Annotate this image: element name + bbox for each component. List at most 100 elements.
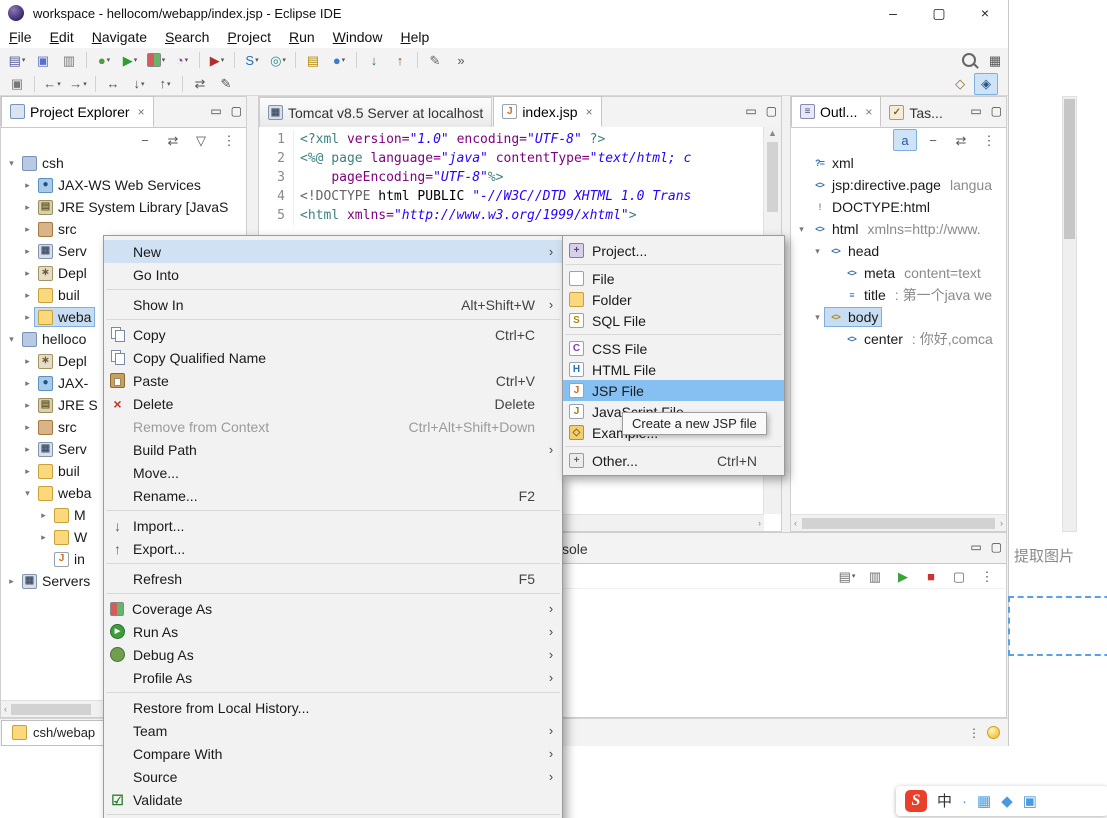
context-menu-item-source[interactable]: Source › <box>104 765 562 788</box>
dropdown-arrow-icon[interactable]: ▾ <box>141 80 145 88</box>
dropdown-arrow-icon[interactable]: ▾ <box>282 56 286 64</box>
tab-project-explorer[interactable]: Project Explorer × <box>1 96 154 127</box>
chevron-icon[interactable]: ▸ <box>21 312 34 323</box>
scrollbar-thumb[interactable] <box>767 142 778 212</box>
stop-icon[interactable]: ■ <box>919 565 943 587</box>
context-menu-item-coverage-as[interactable]: Coverage As › <box>104 597 562 620</box>
dropdown-arrow-icon[interactable]: ▾ <box>107 56 111 64</box>
chevron-icon[interactable]: ▸ <box>21 180 34 191</box>
java-perspective-button[interactable]: ◇ <box>948 73 972 95</box>
tree-item-jax-ws-web-services[interactable]: ▸ ● JAX-WS Web Services <box>1 174 246 196</box>
dropdown-arrow-icon[interactable]: ▾ <box>83 80 87 88</box>
chevron-icon[interactable]: ▸ <box>21 290 34 301</box>
chevron-icon[interactable]: ▸ <box>21 444 34 455</box>
dropdown-arrow-icon[interactable]: ▾ <box>22 56 26 64</box>
new-servlet-icon[interactable]: S ▾ <box>240 49 264 71</box>
context-menu-item-run-as[interactable]: ▶ Run As › <box>104 620 562 643</box>
run-icon[interactable]: ▶ ▾ <box>118 49 142 71</box>
context-menu-item-paste[interactable]: Paste Ctrl+V <box>104 369 562 392</box>
export-icon[interactable]: ↑ <box>388 49 412 71</box>
maximize-view-icon[interactable]: ▢ <box>991 104 1002 118</box>
chevron-icon[interactable]: ▸ <box>21 224 34 235</box>
chevron-icon[interactable]: ▾ <box>5 334 18 345</box>
tab-tas[interactable]: ✓ Tas... <box>881 98 950 127</box>
chevron-icon[interactable]: ▾ <box>795 224 808 235</box>
context-menu-item-copy-qualified-name[interactable]: Copy Qualified Name <box>104 346 562 369</box>
import-icon[interactable]: ↓ <box>362 49 386 71</box>
chevron-icon[interactable]: ▸ <box>5 576 18 587</box>
chevron-icon[interactable]: ▸ <box>21 356 34 367</box>
ime-lang-icon[interactable]: 中 <box>937 794 952 809</box>
new-web-service-icon[interactable]: ◎ ▾ <box>266 49 290 71</box>
context-menu-item-remove-from-context[interactable]: Remove from Context Ctrl+Alt+Shift+Down <box>104 415 562 438</box>
open-console-icon[interactable]: ▤ ▾ <box>835 565 859 587</box>
minimize-button[interactable]: – <box>870 0 916 26</box>
chevron-icon[interactable]: ▸ <box>21 400 34 411</box>
console-menu-icon[interactable]: ⋮ <box>975 565 999 587</box>
new-submenu-item-folder[interactable]: Folder <box>563 289 784 310</box>
horizontal-scrollbar[interactable]: ‹ › <box>791 514 1006 531</box>
dropdown-arrow-icon[interactable]: ▾ <box>167 80 171 88</box>
web-browser-icon[interactable]: ● ▾ <box>327 49 351 71</box>
tab-outl[interactable]: ≡ Outl... × <box>791 96 882 127</box>
context-menu-item-import[interactable]: ↓ Import... <box>104 514 562 537</box>
context-menu-item-team[interactable]: Team › <box>104 719 562 742</box>
editor-tab-index-jsp[interactable]: Jindex.jsp × <box>493 96 602 127</box>
dropdown-arrow-icon[interactable]: ▾ <box>162 56 166 64</box>
chevron-icon[interactable]: ▸ <box>21 466 34 477</box>
context-menu-item-profile-as[interactable]: Profile As › <box>104 666 562 689</box>
dropdown-arrow-icon[interactable]: ▾ <box>255 56 259 64</box>
link-with-editor-icon[interactable]: ⇄ <box>161 129 185 151</box>
chevron-icon[interactable]: ▸ <box>21 246 34 257</box>
profile-icon[interactable]: ◔ ▾ <box>170 49 194 71</box>
chevron-icon[interactable]: ▸ <box>21 202 34 213</box>
scrollbar-thumb[interactable] <box>1064 99 1075 239</box>
link-editor-icon[interactable]: ⇄ <box>188 73 212 95</box>
collapse-all-icon[interactable]: − <box>133 129 157 151</box>
minimize-view-icon[interactable]: ▭ <box>745 104 756 118</box>
context-menu-item-validate[interactable]: ☑ Validate <box>104 788 562 811</box>
run-console-icon[interactable]: ▶ <box>891 565 915 587</box>
scrollbar-thumb[interactable] <box>802 517 995 529</box>
context-menu-item-debug-as[interactable]: Debug As › <box>104 643 562 666</box>
new-submenu-item-project[interactable]: + Project... <box>563 240 784 261</box>
scroll-up-icon[interactable]: ▲ <box>767 127 778 140</box>
context-menu-item-copy[interactable]: Copy Ctrl+C <box>104 323 562 346</box>
outline-item-html[interactable]: ▾ <> html xmlns=http://www. <box>791 218 1006 240</box>
coverage-icon[interactable]: ▾ <box>144 49 168 71</box>
context-menu-item-move[interactable]: Move... <box>104 461 562 484</box>
context-menu-item-compare-with[interactable]: Compare With › <box>104 742 562 765</box>
menubar-item-file[interactable]: File <box>0 26 41 48</box>
context-menu-item-rename[interactable]: Rename... F2 <box>104 484 562 507</box>
chevron-icon[interactable]: ▸ <box>37 532 50 543</box>
context-menu-item-show-in[interactable]: Show In Alt+Shift+W › <box>104 293 562 316</box>
dropdown-arrow-icon[interactable]: ▾ <box>221 56 225 64</box>
annotate-icon[interactable]: ✎ <box>423 49 447 71</box>
outer-vertical-scrollbar[interactable] <box>1062 96 1077 532</box>
tree-item-csh[interactable]: ▾ csh <box>1 152 246 174</box>
view-menu-icon[interactable]: ⋮ <box>977 129 1001 151</box>
close-tab-icon[interactable]: × <box>138 105 145 119</box>
scroll-right-icon[interactable]: › <box>999 517 1004 530</box>
dropdown-arrow-icon[interactable]: ▾ <box>57 80 61 88</box>
scroll-right-icon[interactable]: › <box>757 517 762 530</box>
close-button[interactable]: × <box>962 0 1008 26</box>
outline-item-doctype-html[interactable]: ! DOCTYPE:html <box>791 196 1006 218</box>
chevron-icon[interactable]: ▾ <box>5 158 18 169</box>
ime-emoji-icon[interactable]: ◆ <box>1001 794 1013 809</box>
chevron-icon[interactable]: ▾ <box>811 312 824 323</box>
minimize-view-icon[interactable]: ▭ <box>970 104 981 118</box>
scrollbar-thumb[interactable] <box>11 703 91 715</box>
new-submenu-item-file[interactable]: File <box>563 268 784 289</box>
link-with-editor-icon[interactable]: ⇄ <box>949 129 973 151</box>
print-icon[interactable]: ▥ <box>57 49 81 71</box>
editor-tab-tomcat-v8-5-server-at-localhost[interactable]: ▦ Tomcat v8.5 Server at localhost <box>259 97 493 127</box>
javaee-perspective-button[interactable]: ◈ <box>974 72 999 95</box>
debug-icon[interactable]: ● ▾ <box>92 49 116 71</box>
chevron-icon[interactable]: ▸ <box>21 422 34 433</box>
search-icon[interactable] <box>957 49 981 71</box>
minimize-view-icon[interactable]: ▭ <box>210 104 221 118</box>
chevron-icon[interactable]: ▸ <box>21 378 34 389</box>
dropdown-arrow-icon[interactable]: ▾ <box>342 56 346 64</box>
sogou-logo-icon[interactable]: S <box>905 790 927 812</box>
